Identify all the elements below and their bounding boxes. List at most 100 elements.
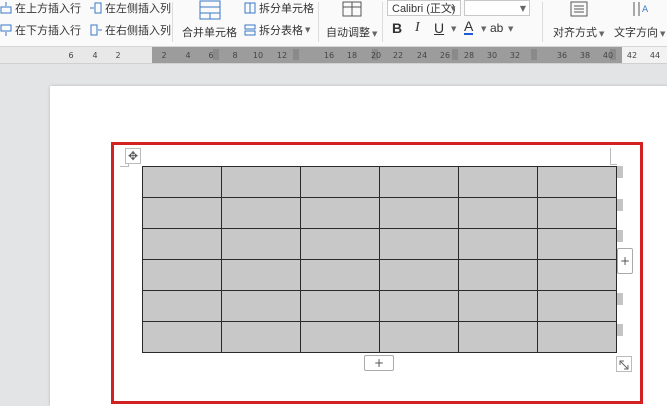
split-table-caret-icon: ▼ [305,26,311,34]
table-cell[interactable] [458,290,538,322]
table-cell[interactable] [537,259,617,291]
table-cell[interactable] [379,228,459,260]
font-color-caret-icon[interactable]: ▼ [481,25,486,33]
font-name-select[interactable]: Calibri (正文) ▼ [387,0,461,16]
bold-button[interactable]: B [392,20,402,36]
table-move-handle[interactable]: ✥ [125,148,141,164]
ribbon-separator [382,2,383,42]
align-icon [570,1,588,17]
table-cell[interactable] [300,321,380,353]
insert-row-above-button[interactable]: 在上方插入行 [0,0,81,16]
underline-caret-icon[interactable]: ▼ [451,25,456,33]
split-table-button[interactable]: 拆分表格 ▼ [244,22,310,38]
table-cell[interactable] [300,228,380,260]
ribbon-separator [542,2,543,42]
table-cell[interactable] [142,321,222,353]
table-cell[interactable] [458,166,538,198]
table-cell[interactable] [537,228,617,260]
highlight-caret-icon[interactable]: ▼ [508,25,513,33]
insert-col-right-button[interactable]: 在右侧插入列 [90,22,171,38]
insert-row-above-icon [0,2,12,14]
text-direction-button[interactable]: A 文字方向 ▼ [614,0,665,40]
auto-fit-caret-icon: ▼ [372,30,378,38]
horizontal-ruler[interactable]: 6 4 2 2 4 6 8 10 12 16 18 20 22 24 26 28… [0,47,667,64]
table-cell[interactable] [458,321,538,353]
split-cells-button[interactable]: 拆分单元格 [244,0,314,16]
row-grip-handle[interactable] [617,324,623,336]
table-cell[interactable] [458,259,538,291]
text-direction-label: 文字方向 [614,26,658,39]
row-grip-handle[interactable] [617,199,623,211]
table-cell[interactable] [458,228,538,260]
ruler-tick: 44 [649,51,661,60]
table-row [142,197,617,229]
ruler-column-marker[interactable] [293,49,299,60]
table-cell[interactable] [221,321,301,353]
table-cell[interactable] [300,197,380,229]
row-grip-handle[interactable] [617,293,623,305]
table-cell[interactable] [221,228,301,260]
font-name-value: Calibri (正文) [392,3,456,15]
ruler-tick: 18 [346,51,358,60]
table-cell[interactable] [537,290,617,322]
table-cell[interactable] [142,166,222,198]
table-cell[interactable] [300,290,380,322]
split-table-icon [244,24,256,36]
insert-col-left-button[interactable]: 在左侧插入列 [90,0,171,16]
table-cell[interactable] [379,197,459,229]
table-cell[interactable] [142,228,222,260]
ruler-table-zone [152,47,622,63]
underline-button[interactable]: U [434,20,444,36]
font-color-button[interactable]: A [464,19,474,35]
svg-text:A: A [642,5,649,15]
table-cell[interactable] [142,290,222,322]
insert-col-right-icon [90,24,102,36]
table-cell[interactable] [221,259,301,291]
insert-row-below-label: 在下方插入行 [15,24,81,37]
ruler-tick: 4 [185,51,191,60]
insert-col-right-label: 在右侧插入列 [105,24,171,37]
table-cell[interactable] [537,321,617,353]
table-cell[interactable] [537,166,617,198]
row-grip-handle[interactable] [617,230,623,242]
table-cell[interactable] [300,166,380,198]
ruler-tick: 42 [626,51,638,60]
table-cell[interactable] [379,321,459,353]
ruler-column-marker[interactable] [531,49,537,60]
merge-cells-button[interactable]: 合并单元格 [182,0,237,40]
highlight-button[interactable]: ab [490,21,503,35]
table-cell[interactable] [142,197,222,229]
insert-row-below-button[interactable]: 在下方插入行 [0,22,81,38]
align-button[interactable]: 对齐方式 ▼ [553,0,604,40]
table-cell[interactable] [142,259,222,291]
table-cell[interactable] [379,290,459,322]
table-row [142,228,617,260]
add-row-button[interactable]: + [364,355,394,371]
font-dropdown-icon: ▼ [449,4,457,13]
table-resize-handle[interactable] [616,356,632,372]
table-cell[interactable] [300,259,380,291]
table-cell[interactable] [458,197,538,229]
text-direction-icon: A [633,2,649,16]
split-table-label: 拆分表格 [259,24,303,37]
add-column-label: + [619,254,631,268]
ruler-column-marker[interactable] [452,49,458,60]
italic-button[interactable]: I [415,20,420,36]
font-size-select[interactable]: ▼ [464,0,530,16]
table-cell[interactable] [221,166,301,198]
table-row [142,166,617,198]
add-column-button[interactable]: + [617,248,633,274]
document-table[interactable] [142,166,617,353]
table-cell[interactable] [379,166,459,198]
ruler-tick: 26 [439,51,451,60]
auto-fit-button[interactable]: 自动调整 ▼ [326,0,377,40]
ruler-tick: 12 [276,51,288,60]
table-cell[interactable] [221,290,301,322]
row-grip-handle[interactable] [617,166,623,178]
insert-col-left-icon [90,2,102,14]
table-cell[interactable] [379,259,459,291]
ruler-column-marker[interactable] [213,49,219,60]
table-cell[interactable] [537,197,617,229]
table-cell[interactable] [221,197,301,229]
ribbon-separator [318,2,319,42]
